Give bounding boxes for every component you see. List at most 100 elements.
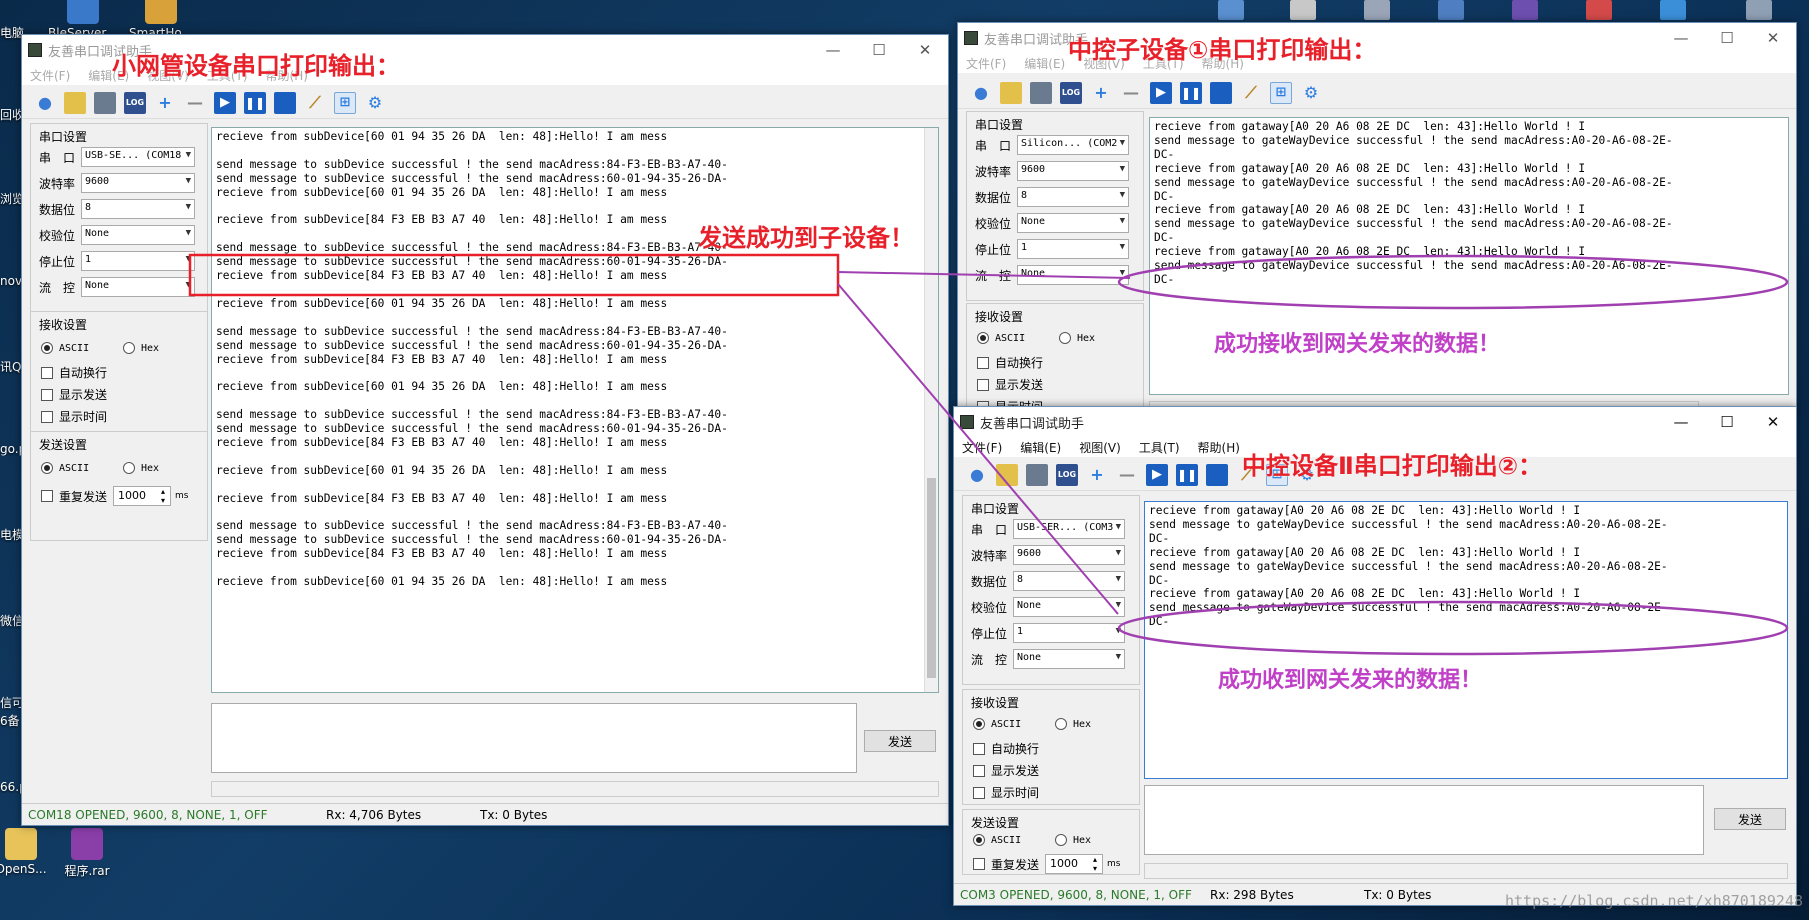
remove-icon[interactable]: — [184,92,206,114]
remove-icon[interactable]: — [1120,82,1142,104]
maximize-icon[interactable]: ☐ [856,35,902,65]
add-icon[interactable]: + [1090,82,1112,104]
recv-hex-radio[interactable]: Hex [1059,332,1095,344]
stopbits-select[interactable]: 1 ▼ [81,251,195,271]
open-folder-icon[interactable] [996,463,1018,486]
menu-edit[interactable]: 编辑(E) [1024,55,1065,72]
desktop-icon[interactable] [1512,0,1538,20]
menu-file[interactable]: 文件(F) [966,55,1006,72]
log-icon[interactable]: LOG [1060,81,1082,104]
recv-hex-radio[interactable]: Hex [1055,718,1091,730]
menu-edit[interactable]: 编辑(E) [1020,439,1061,456]
stop-icon[interactable] [274,91,296,114]
desktop-icon[interactable] [1746,0,1772,20]
desktop-icon[interactable] [1364,0,1390,20]
new-icon[interactable]: ● [34,92,56,114]
minimize-icon[interactable]: — [1658,23,1704,53]
receive-log[interactable]: recieve from gataway[A0 20 A6 08 2E DC l… [1144,501,1788,779]
flow-select[interactable]: None ▼ [81,277,195,297]
menu-tools[interactable]: 工具(T) [1139,439,1180,456]
desktop-icon[interactable] [1586,0,1612,20]
close-icon[interactable]: ✕ [1750,23,1796,53]
horizontal-scrollbar[interactable] [211,781,939,797]
stop-icon[interactable] [1206,463,1228,486]
play-icon[interactable]: ▶ [1150,81,1172,104]
clear-broom-icon[interactable]: ⟋ [1240,82,1262,104]
send-hex-radio[interactable]: Hex [1055,834,1091,846]
port-select[interactable]: Silicon... (COM2 ▼ [1017,135,1129,155]
send-input[interactable] [1144,785,1704,855]
send-button[interactable]: 发送 [1714,808,1786,830]
scroll-thumb[interactable] [927,478,936,678]
new-icon[interactable]: ● [966,464,988,486]
clear-broom-icon[interactable]: ⟋ [304,92,326,114]
log-icon[interactable]: LOG [124,91,146,114]
recv-ascii-radio[interactable]: ASCII [41,342,89,354]
desktop-icon[interactable] [1218,0,1244,20]
minimize-icon[interactable]: — [810,35,856,65]
save-icon[interactable] [1030,81,1052,104]
recv-ascii-radio[interactable]: ASCII [977,332,1025,344]
send-ascii-radio[interactable]: ASCII [41,462,89,474]
flow-select[interactable]: None ▼ [1017,265,1129,285]
open-folder-icon[interactable] [1000,81,1022,104]
show-send-checkbox[interactable]: 显示发送 [973,762,1039,779]
stopbits-select[interactable]: 1 ▼ [1017,239,1129,259]
desktop-icon[interactable] [1290,0,1316,20]
baud-select[interactable]: 9600 ▼ [81,173,195,193]
save-icon[interactable] [1026,463,1048,486]
vertical-scrollbar[interactable] [924,128,938,692]
databits-select[interactable]: 8 ▼ [1013,571,1125,591]
play-icon[interactable]: ▶ [1146,463,1168,486]
minimize-icon[interactable]: — [1658,407,1704,437]
menu-file[interactable]: 文件(F) [962,439,1002,456]
interval-spinner[interactable]: 1000 [1045,854,1104,874]
auto-wrap-checkbox[interactable]: 自动换行 [973,740,1039,757]
show-time-checkbox[interactable]: 显示时间 [973,784,1039,801]
send-hex-radio[interactable]: Hex [123,462,159,474]
baud-select[interactable]: 9600 ▼ [1017,161,1129,181]
repeat-send-checkbox[interactable]: 重复发送 1000ms [41,486,188,506]
add-icon[interactable]: + [154,92,176,114]
send-button[interactable]: 发送 [864,730,936,752]
desktop-icon-rar[interactable]: 程序.rar [52,828,122,879]
recv-hex-radio[interactable]: Hex [123,342,159,354]
log-icon[interactable]: LOG [1056,463,1078,486]
stopbits-select[interactable]: 1 ▼ [1013,623,1125,643]
receive-log[interactable]: recieve from subDevice[60 01 94 35 26 DA… [211,127,939,693]
close-icon[interactable]: ✕ [1750,407,1796,437]
pause-icon[interactable]: ❚❚ [244,91,266,114]
pause-icon[interactable]: ❚❚ [1180,81,1202,104]
remove-icon[interactable]: — [1116,464,1138,486]
desktop-icon-opens[interactable]: OpenS... [0,828,56,876]
close-icon[interactable]: ✕ [902,35,948,65]
play-icon[interactable]: ▶ [214,91,236,114]
gear-icon[interactable]: ⚙ [364,92,386,114]
baud-select[interactable]: 9600 ▼ [1013,545,1125,565]
parity-select[interactable]: None ▼ [1013,597,1125,617]
menu-view[interactable]: 视图(V) [1079,439,1121,456]
desktop-icon[interactable] [1438,0,1464,20]
desktop-icon[interactable] [1660,0,1686,20]
save-icon[interactable] [94,91,116,114]
horizontal-scrollbar[interactable] [1144,863,1788,879]
pause-icon[interactable]: ❚❚ [1176,463,1198,486]
auto-wrap-checkbox[interactable]: 自动换行 [977,354,1043,371]
add-icon[interactable]: + [1086,464,1108,486]
databits-select[interactable]: 8 ▼ [1017,187,1129,207]
databits-select[interactable]: 8 ▼ [81,199,195,219]
title-bar[interactable]: 友善串口调试助手 — ☐ ✕ [954,407,1796,437]
open-folder-icon[interactable] [64,91,86,114]
recv-ascii-radio[interactable]: ASCII [973,718,1021,730]
auto-wrap-checkbox[interactable]: 自动换行 [41,364,107,381]
flow-select[interactable]: None ▼ [1013,649,1125,669]
show-send-checkbox[interactable]: 显示发送 [41,386,107,403]
layout-icon[interactable]: ⊞ [334,91,356,114]
show-time-checkbox[interactable]: 显示时间 [41,408,107,425]
new-icon[interactable]: ● [970,82,992,104]
send-input[interactable] [211,703,857,773]
parity-select[interactable]: None ▼ [1017,213,1129,233]
menu-help[interactable]: 帮助(H) [1198,439,1240,456]
show-send-checkbox[interactable]: 显示发送 [977,376,1043,393]
stop-icon[interactable] [1210,81,1232,104]
